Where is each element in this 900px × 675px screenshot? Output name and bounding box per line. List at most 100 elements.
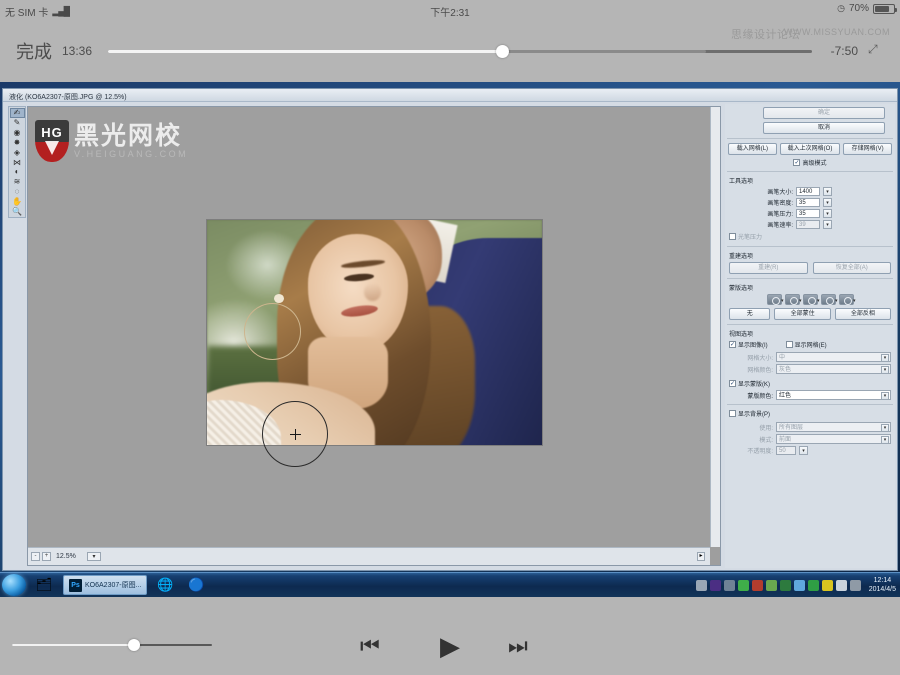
mask-subtract-icon[interactable]: ▾: [803, 294, 818, 305]
fast-forward-icon[interactable]: ⏭: [508, 635, 528, 657]
system-tray[interactable]: 12:14 2014/4/5: [696, 573, 900, 598]
mesh-color-value: 灰色: [779, 367, 791, 373]
save-mesh-button[interactable]: 存储网格(V): [843, 143, 892, 155]
browser-icon[interactable]: 🌐: [152, 574, 178, 596]
cloud-icon[interactable]: [794, 580, 805, 591]
taskbar-photoshop-task[interactable]: Ps KO6A2307-原图...: [63, 575, 147, 595]
taskbar-clock[interactable]: 12:14 2014/4/5: [869, 576, 896, 595]
freeze-mask-tool-icon[interactable]: ◌: [10, 187, 25, 197]
file-explorer-icon[interactable]: 🗂: [31, 574, 57, 596]
brush-size-input[interactable]: 1400: [796, 187, 820, 196]
checkbox-glyph: ✓: [793, 159, 800, 166]
twirl-clockwise-tool-icon[interactable]: ◉: [10, 128, 25, 138]
horizontal-scroll-button[interactable]: ▸: [697, 552, 705, 561]
restore-all-button[interactable]: 恢复全部(A): [813, 262, 892, 274]
brush-pressure-input[interactable]: 35: [796, 209, 820, 218]
zoom-tool-icon[interactable]: 🔍: [10, 207, 25, 217]
onedrive-icon[interactable]: [710, 580, 721, 591]
show-image-checkbox[interactable]: ✓ 显示图像(I): [729, 340, 768, 349]
seek-handle[interactable]: [496, 45, 509, 58]
photo-bride-face: [308, 234, 409, 351]
pucker-tool-icon[interactable]: ✸: [10, 138, 25, 148]
backdrop-mode-select[interactable]: 前面 ▾: [776, 434, 891, 444]
mask-add-icon[interactable]: ▾: [785, 294, 800, 305]
cancel-button[interactable]: 取消: [763, 122, 885, 134]
windows-start-orb[interactable]: [2, 574, 26, 596]
mirror-tool-icon[interactable]: ◐: [10, 168, 25, 178]
show-desktop-icon[interactable]: [696, 580, 707, 591]
brush-rate-stepper[interactable]: ▾: [823, 220, 832, 229]
canvas-status-bar[interactable]: - + 12.5% ▾ ▸: [28, 547, 710, 565]
done-button[interactable]: 完成: [16, 38, 52, 64]
brush-size-stepper[interactable]: ▾: [823, 187, 832, 196]
brush-density-input[interactable]: 35: [796, 198, 820, 207]
forum-url-watermark: WWW.MISSYUAN.COM: [784, 27, 890, 37]
reconstruct-tool-icon[interactable]: ✎: [10, 118, 25, 128]
windows-taskbar[interactable]: 🗂 Ps KO6A2307-原图... 🌐 🔵 12:14 2014/4/5: [0, 572, 900, 597]
brush-density-stepper[interactable]: ▾: [823, 198, 832, 207]
view-options-title: 视图选项: [729, 329, 895, 338]
hand-tool-icon[interactable]: ✋: [10, 197, 25, 207]
brush-rate-input[interactable]: 39: [796, 220, 820, 229]
antivirus-icon[interactable]: [752, 580, 763, 591]
zoom-dropdown-icon[interactable]: ▾: [87, 552, 101, 561]
seek-slider[interactable]: [108, 50, 812, 54]
zoom-out-button[interactable]: -: [31, 552, 40, 561]
monitor-icon[interactable]: [850, 580, 861, 591]
brush-size-label: 画笔大小:: [753, 187, 793, 196]
photoshop-icon: Ps: [69, 579, 82, 592]
mask-all-button[interactable]: 全部蒙住: [774, 308, 830, 320]
load-mesh-button[interactable]: 载入网格(L): [728, 143, 777, 155]
volume-handle[interactable]: [128, 639, 140, 651]
video-content[interactable]: 液化 (KO6A2307-原图.JPG @ 12.5%) ✍ ✎ ◉ ✸ ◈ ⋈…: [0, 82, 900, 597]
backdrop-opacity-stepper[interactable]: ▾: [799, 446, 808, 455]
mask-none-button[interactable]: 无: [729, 308, 770, 320]
backdrop-mode-label: 模式:: [729, 435, 773, 444]
mask-invert-icon[interactable]: ▾: [839, 294, 854, 305]
ok-button[interactable]: 确定: [763, 107, 885, 119]
forward-warp-tool-icon[interactable]: ✍: [10, 108, 25, 118]
shield-icon[interactable]: [808, 580, 819, 591]
canvas-vertical-scrollbar[interactable]: [710, 107, 720, 547]
rewind-icon[interactable]: ⏮: [360, 635, 380, 657]
mask-replace-icon[interactable]: ▾: [767, 294, 782, 305]
show-mask-checkbox[interactable]: ✓ 显示蒙版(K): [729, 379, 770, 388]
play-icon[interactable]: ▶: [440, 633, 460, 659]
mask-mode-group[interactable]: ▾ ▾ ▾ ▾ ▾: [725, 294, 895, 305]
status-right-group: ◷ 70%: [837, 3, 895, 14]
push-left-tool-icon[interactable]: ⋈: [10, 158, 25, 168]
mask-invert-all-button[interactable]: 全部反相: [835, 308, 891, 320]
backdrop-use-row: 使用: 所有图层 ▾: [725, 422, 895, 432]
zoom-in-button[interactable]: +: [42, 552, 51, 561]
media-player-icon[interactable]: 🔵: [183, 574, 209, 596]
reconstruct-options-title: 重建选项: [729, 251, 895, 260]
stylus-pressure-checkbox[interactable]: 光笔压力: [729, 232, 762, 241]
tool-icon[interactable]: [766, 580, 777, 591]
mesh-color-select[interactable]: 灰色 ▾: [776, 364, 891, 374]
status-clock: 下午2:31: [0, 4, 900, 19]
backdrop-opacity-input[interactable]: 50: [776, 446, 796, 455]
update-icon[interactable]: [822, 580, 833, 591]
load-last-mesh-button[interactable]: 载入上次网格(O): [780, 143, 840, 155]
volume-slider[interactable]: [12, 644, 212, 648]
volume-icon[interactable]: [836, 580, 847, 591]
show-mesh-checkbox[interactable]: 显示网格(E): [786, 340, 827, 349]
bloat-tool-icon[interactable]: ◈: [10, 148, 25, 158]
mask-color-select[interactable]: 红色 ▾: [776, 390, 891, 400]
expand-icon[interactable]: ⤢: [868, 42, 888, 62]
liquify-toolbar[interactable]: ✍ ✎ ◉ ✸ ◈ ⋈ ◐ ≋ ◌ ✋ 🔍: [8, 106, 26, 218]
network-share-icon[interactable]: [780, 580, 791, 591]
turbulence-tool-icon[interactable]: ≋: [10, 177, 25, 187]
backdrop-use-select[interactable]: 所有图层 ▾: [776, 422, 891, 432]
liquify-preview-canvas[interactable]: HG 黑光网校 V.HEIGUANG.COM: [28, 107, 710, 547]
brush-pressure-stepper[interactable]: ▾: [823, 209, 832, 218]
reconstruct-button[interactable]: 重建(R): [729, 262, 808, 274]
show-backdrop-checkbox[interactable]: 显示背景(P): [729, 409, 770, 418]
elapsed-time-label: 13:36: [62, 44, 92, 58]
show-mask-label: 显示蒙版(K): [738, 379, 770, 388]
mesh-size-select[interactable]: 中 ▾: [776, 352, 891, 362]
advanced-mode-checkbox[interactable]: ✓ 高级模式: [793, 158, 826, 167]
mask-intersect-icon[interactable]: ▾: [821, 294, 836, 305]
usb-icon[interactable]: [738, 580, 749, 591]
sync-icon[interactable]: [724, 580, 735, 591]
